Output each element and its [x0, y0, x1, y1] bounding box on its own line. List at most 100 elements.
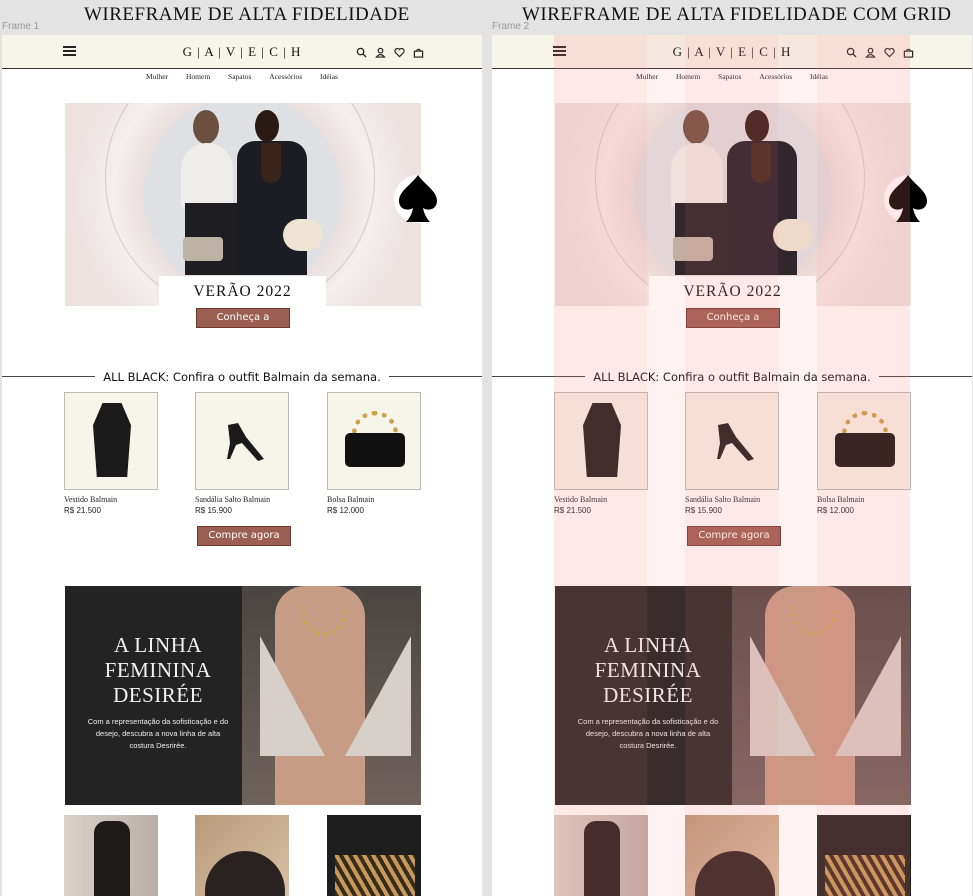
model-image	[181, 143, 233, 207]
nav-item-acessorios[interactable]: Acessórios	[759, 72, 792, 81]
gallery-image	[335, 855, 415, 896]
feature-title-line: A LINHA	[603, 633, 693, 657]
dress-image	[93, 403, 131, 477]
site-header: G | A | V | E | C | H	[492, 35, 972, 69]
site-header: G | A | V | E | C | H	[2, 35, 482, 69]
nav-item-acessorios[interactable]: Acessórios	[269, 72, 302, 81]
hero-cta-button[interactable]: Conheça a seleção	[196, 308, 290, 341]
hero-banner: VERÃO 2022	[65, 103, 421, 306]
product-name: Vestido Balmain	[64, 495, 118, 504]
spade-icon	[394, 175, 442, 223]
product-name: Sandália Salto Balmain	[685, 495, 761, 504]
section-heading-text: ALL BLACK: Confira o outfit Balmain da s…	[585, 370, 879, 384]
gallery-thumb[interactable]	[64, 815, 158, 896]
product-name: Bolsa Balmain	[327, 495, 375, 504]
hero-title: VERÃO 2022	[683, 283, 782, 300]
gallery-image	[695, 851, 775, 896]
feature-description: Com a representação da sofisticação e do…	[87, 717, 229, 750]
gallery-thumb[interactable]	[195, 815, 289, 896]
section-heading-text: ALL BLACK: Confira o outfit Balmain da s…	[95, 370, 389, 384]
product-card[interactable]: Bolsa Balmain R$ 12.000	[327, 392, 421, 515]
product-name: Vestido Balmain	[554, 495, 608, 504]
product-price: R$ 21.500	[554, 506, 591, 515]
model-image	[671, 143, 723, 207]
product-name: Sandália Salto Balmain	[195, 495, 271, 504]
handbag-image	[673, 237, 713, 261]
gallery-thumb[interactable]	[554, 815, 648, 896]
main-nav: Mulher Homem Sapatos Acessórios Idéias	[2, 72, 482, 81]
product-card[interactable]: Vestido Balmain R$ 21.500	[64, 392, 158, 515]
feature-title-line: FEMININA	[104, 658, 212, 682]
nav-item-ideias[interactable]: Idéias	[320, 72, 338, 81]
search-icon[interactable]	[356, 47, 367, 58]
feature-banner: A LINHA FEMININA DESIRÉE Com a represent…	[555, 586, 911, 805]
main-nav: Mulher Homem Sapatos Acessórios Idéias	[492, 72, 972, 81]
product-image[interactable]	[327, 392, 421, 490]
shop-now-button[interactable]: Compre agora	[197, 526, 291, 546]
product-card[interactable]: Vestido Balmain R$ 21.500	[554, 392, 648, 515]
heart-icon[interactable]	[394, 47, 405, 58]
frame-label-1: Frame 1	[2, 21, 40, 32]
model-image	[683, 110, 709, 144]
model-image	[255, 110, 279, 142]
frame-1: G | A | V | E | C | H Mulher Homem Sapat…	[2, 35, 482, 896]
section-heading: ALL BLACK: Confira o outfit Balmain da s…	[2, 368, 482, 386]
frame-2: G | A | V | E | C | H Mulher Homem Sapat…	[492, 35, 972, 896]
nav-item-sapatos[interactable]: Sapatos	[228, 72, 251, 81]
purse-image	[835, 433, 895, 467]
search-icon[interactable]	[846, 47, 857, 58]
product-card[interactable]: Sandália Salto Balmain R$ 15.900	[685, 392, 779, 515]
product-price: R$ 21.500	[64, 506, 101, 515]
feature-description: Com a representação da sofisticação e do…	[577, 717, 719, 750]
feature-title: A LINHA FEMININA DESIRÉE	[73, 633, 243, 708]
hero-cta-button[interactable]: Conheça a seleção	[686, 308, 780, 341]
model-image	[261, 143, 281, 183]
gallery-image	[205, 851, 285, 896]
nav-item-ideias[interactable]: Idéias	[810, 72, 828, 81]
nav-item-mulher[interactable]: Mulher	[146, 72, 168, 81]
product-card[interactable]: Bolsa Balmain R$ 12.000	[817, 392, 911, 515]
product-card[interactable]: Sandália Salto Balmain R$ 15.900	[195, 392, 289, 515]
heart-icon[interactable]	[884, 47, 895, 58]
handbag-image	[183, 237, 223, 261]
header-icons	[356, 47, 424, 58]
model-image	[745, 110, 769, 142]
gallery-thumb[interactable]	[817, 815, 911, 896]
model-image	[193, 110, 219, 144]
hero-title: VERÃO 2022	[193, 283, 292, 300]
section-heading: ALL BLACK: Confira o outfit Balmain da s…	[492, 368, 972, 386]
product-image[interactable]	[554, 392, 648, 490]
product-price: R$ 15.900	[685, 506, 722, 515]
product-image[interactable]	[685, 392, 779, 490]
product-price: R$ 15.900	[195, 506, 232, 515]
purse-image	[345, 433, 405, 467]
bag-icon[interactable]	[903, 47, 914, 58]
gallery-image	[584, 821, 620, 896]
feature-title-line: DESIRÉE	[603, 683, 693, 707]
nav-item-sapatos[interactable]: Sapatos	[718, 72, 741, 81]
feature-title: A LINHA FEMININA DESIRÉE	[563, 633, 733, 708]
handbag-image	[283, 219, 323, 251]
model-image	[751, 143, 771, 183]
product-image[interactable]	[195, 392, 289, 490]
nav-item-homem[interactable]: Homem	[186, 72, 210, 81]
hero-banner: VERÃO 2022	[555, 103, 911, 306]
product-name: Bolsa Balmain	[817, 495, 865, 504]
user-icon[interactable]	[375, 47, 386, 58]
sandal-image	[227, 423, 264, 461]
nav-item-mulher[interactable]: Mulher	[636, 72, 658, 81]
bag-icon[interactable]	[413, 47, 424, 58]
nav-item-homem[interactable]: Homem	[676, 72, 700, 81]
gallery-thumb[interactable]	[685, 815, 779, 896]
feature-title-line: DESIRÉE	[113, 683, 203, 707]
user-icon[interactable]	[865, 47, 876, 58]
product-image[interactable]	[817, 392, 911, 490]
frame-label-2: Frame 2	[492, 21, 530, 32]
sandal-image	[717, 423, 754, 461]
gallery-thumb[interactable]	[327, 815, 421, 896]
feature-title-line: A LINHA	[113, 633, 203, 657]
shop-now-button[interactable]: Compre agora	[687, 526, 781, 546]
gallery-image	[825, 855, 905, 896]
page-title-frame2: WIREFRAME DE ALTA FIDELIDADE COM GRID	[522, 4, 952, 25]
product-image[interactable]	[64, 392, 158, 490]
